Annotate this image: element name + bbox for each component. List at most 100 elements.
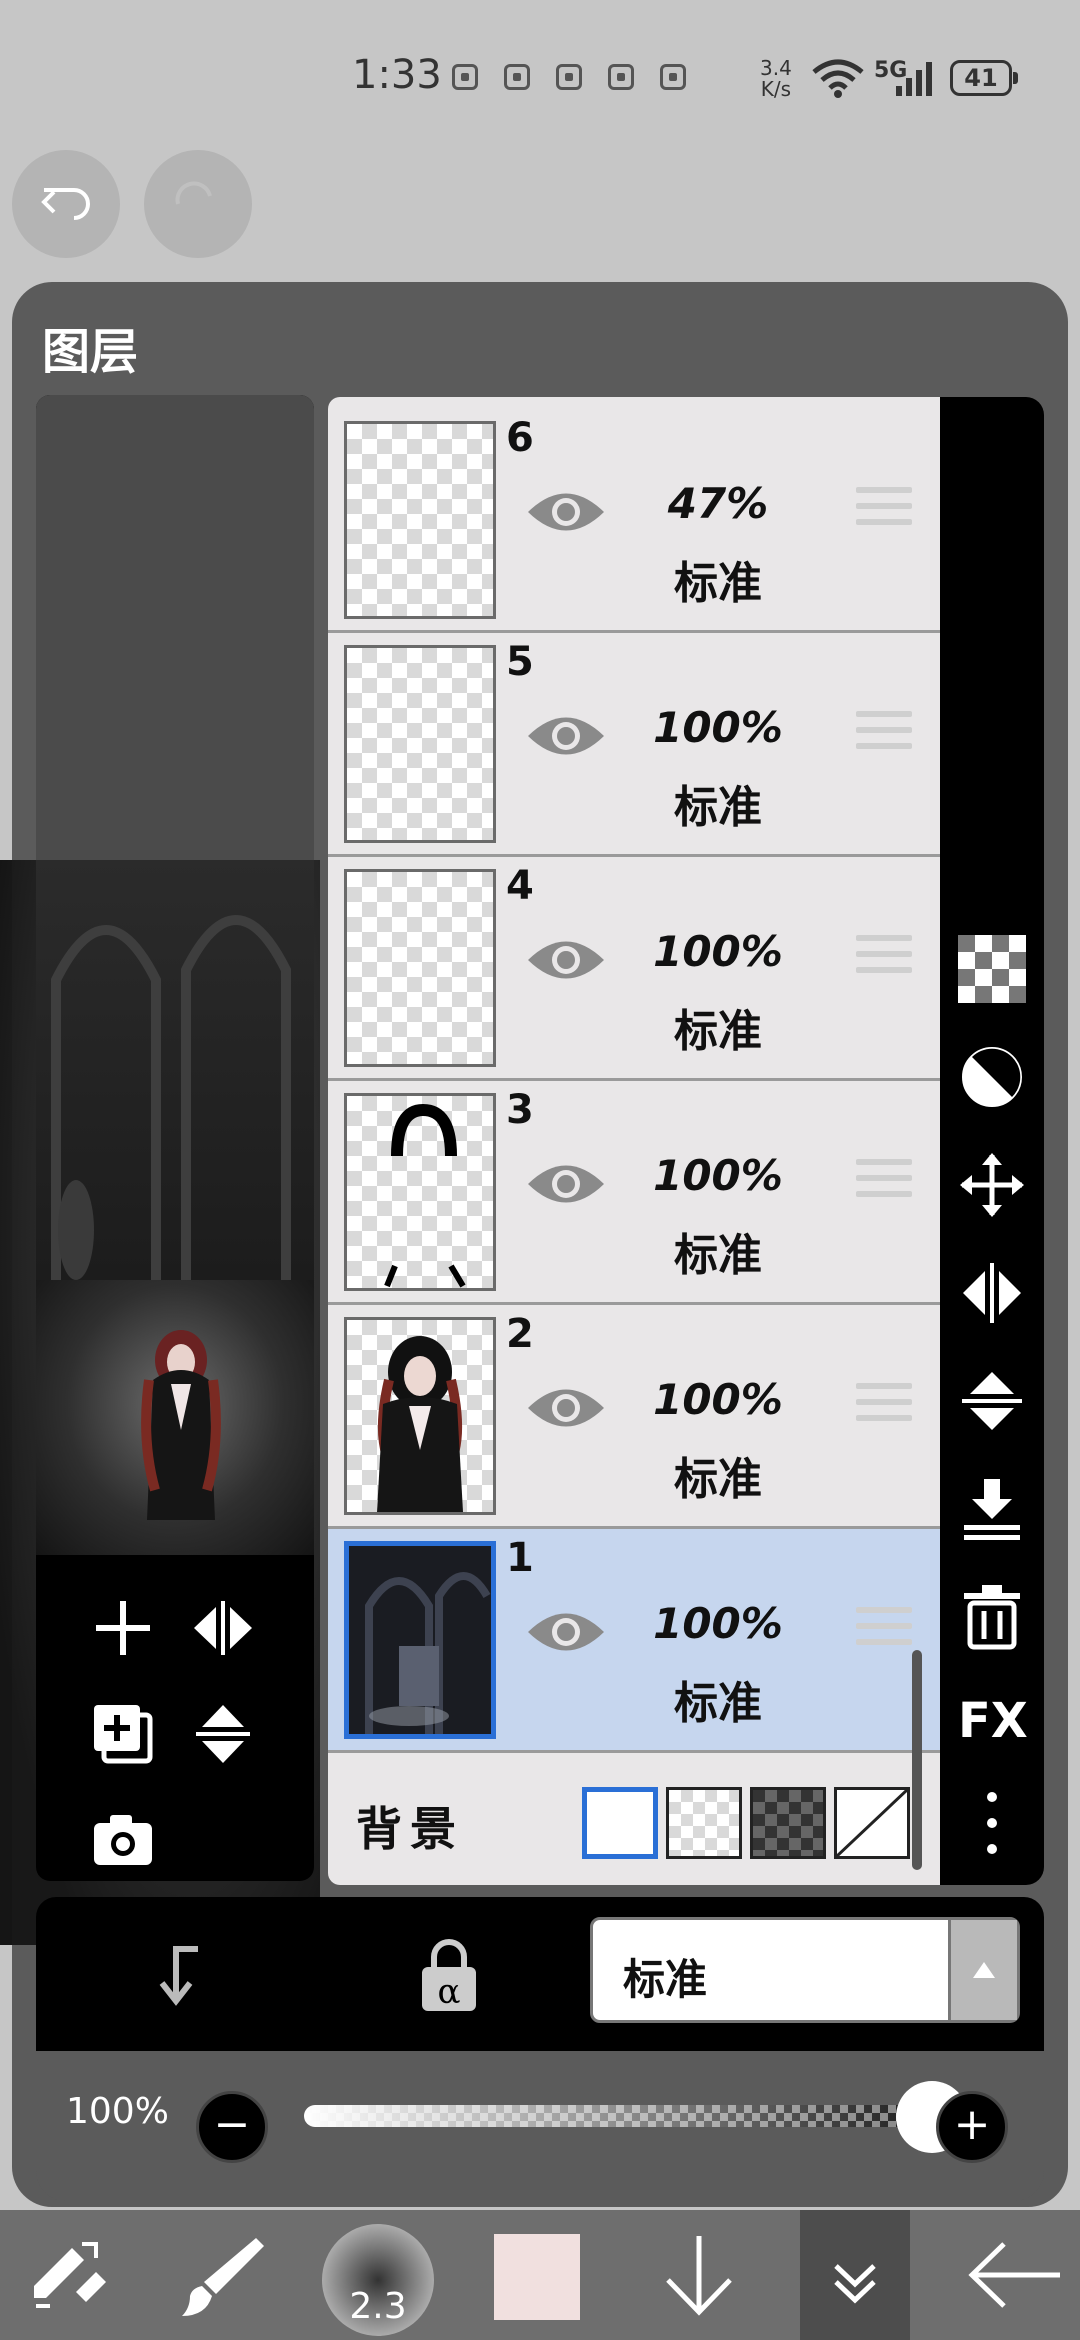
- layers-tab[interactable]: [800, 2210, 910, 2340]
- visibility-eye-icon[interactable]: [524, 1381, 608, 1435]
- clipping-icon[interactable]: [146, 1939, 216, 2009]
- background-white-swatch[interactable]: [582, 1787, 658, 1859]
- layer-number: 4: [506, 863, 534, 909]
- preview-figure: [141, 1330, 221, 1520]
- visibility-eye-icon[interactable]: [524, 933, 608, 987]
- merge-down-icon[interactable]: [958, 1475, 1026, 1543]
- background-dark-swatch[interactable]: [750, 1787, 826, 1859]
- layer-number: 3: [506, 1087, 534, 1133]
- notification-icon: [452, 64, 478, 90]
- layer-row[interactable]: 4 100% 标准: [328, 857, 940, 1081]
- layer-blend-mode: 标准: [674, 782, 762, 833]
- back-arrow-icon[interactable]: [964, 2230, 1064, 2320]
- background-transparent-swatch[interactable]: [666, 1787, 742, 1859]
- alpha-mask-icon[interactable]: [958, 1043, 1026, 1111]
- flip-vertical-icon[interactable]: [188, 1699, 258, 1769]
- layer-thumb-art: [349, 1546, 491, 1734]
- network-speed-unit: K/s: [760, 77, 792, 101]
- drag-handle-icon[interactable]: [856, 1383, 912, 1431]
- blend-mode-dropdown-arrow[interactable]: [948, 1920, 1017, 2020]
- none-slash-icon: [835, 1788, 909, 1858]
- signal-icon: [896, 62, 932, 96]
- fx-button[interactable]: FX: [958, 1693, 1028, 1749]
- layer-row[interactable]: 2 100% 标准: [328, 1305, 940, 1529]
- visibility-eye-icon[interactable]: [524, 1157, 608, 1211]
- visibility-eye-icon[interactable]: [524, 485, 608, 539]
- layer-thumb-art: [377, 1336, 463, 1512]
- layer-number: 1: [506, 1535, 534, 1581]
- layer-list-scrollbar[interactable]: [912, 1650, 922, 1870]
- visibility-eye-icon[interactable]: [524, 1605, 608, 1659]
- status-bar: 1:33 3.4 K/s 5G 41: [0, 0, 1080, 150]
- drag-handle-icon[interactable]: [856, 935, 912, 983]
- layer-opacity: 100%: [653, 927, 783, 976]
- blend-mode-value: 标准: [623, 1955, 708, 2004]
- opacity-slider-track[interactable]: [304, 2105, 914, 2127]
- layer-blend-mode: 标准: [674, 1230, 762, 1281]
- color-picker-button[interactable]: [494, 2234, 580, 2320]
- flip-horizontal-icon[interactable]: [958, 1259, 1026, 1327]
- network-speed: 3.4 K/s: [760, 58, 792, 100]
- drag-handle-icon[interactable]: [856, 487, 912, 535]
- blend-mode-select[interactable]: 标准: [590, 1917, 1020, 2023]
- drag-handle-icon[interactable]: [856, 711, 912, 759]
- chevron-up-icon: [973, 1962, 995, 1978]
- bottom-toolbar: 2.3: [0, 2210, 1080, 2340]
- opacity-decrease-button[interactable]: −: [196, 2091, 268, 2163]
- opacity-increase-button[interactable]: +: [936, 2091, 1008, 2163]
- layer-number: 2: [506, 1311, 534, 1357]
- opacity-bar: 100% − +: [36, 2051, 1044, 2201]
- brush-icon[interactable]: [176, 2230, 266, 2320]
- background-none-swatch[interactable]: [834, 1787, 910, 1859]
- canvas-preview: [36, 395, 314, 1881]
- layer-number: 6: [506, 415, 534, 461]
- layer-row[interactable]: 1 100% 标准: [328, 1529, 940, 1753]
- blend-mode-bar: α 标准: [36, 1897, 1044, 2051]
- undo-button[interactable]: [12, 150, 120, 258]
- layer-thumbnail[interactable]: [344, 1541, 496, 1739]
- delete-icon[interactable]: [958, 1583, 1026, 1651]
- layer-thumbnail[interactable]: [344, 1317, 496, 1515]
- duplicate-layer-icon[interactable]: [88, 1699, 158, 1769]
- layer-opacity: 47%: [667, 479, 769, 528]
- background-row: 背景: [328, 1757, 940, 1885]
- layer-number: 5: [506, 639, 534, 685]
- camera-icon[interactable]: [88, 1805, 158, 1875]
- arrow-down-icon[interactable]: [654, 2230, 744, 2320]
- layer-row[interactable]: 5 100% 标准: [328, 633, 940, 857]
- layer-thumbnail[interactable]: [344, 1093, 496, 1291]
- network-speed-value: 3.4: [760, 56, 792, 80]
- redo-button[interactable]: [144, 150, 252, 258]
- checkerboard-icon[interactable]: [958, 935, 1026, 1003]
- notification-icon: [556, 64, 582, 90]
- alpha-lock-icon[interactable]: α: [414, 1935, 484, 2015]
- layer-blend-mode: 标准: [674, 558, 762, 609]
- visibility-eye-icon[interactable]: [524, 709, 608, 763]
- drag-handle-icon[interactable]: [856, 1607, 912, 1655]
- layer-thumbnail[interactable]: [344, 421, 496, 619]
- layer-thumbnail[interactable]: [344, 869, 496, 1067]
- layer-opacity: 100%: [653, 1599, 783, 1648]
- brush-size-button[interactable]: 2.3: [322, 2224, 434, 2336]
- add-layer-icon[interactable]: [88, 1593, 158, 1663]
- layer-opacity: 100%: [653, 1151, 783, 1200]
- opacity-value: 100%: [66, 2091, 169, 2132]
- notification-icon: [608, 64, 634, 90]
- drag-handle-icon[interactable]: [856, 1159, 912, 1207]
- flip-vertical-icon[interactable]: [958, 1367, 1026, 1435]
- move-icon[interactable]: [958, 1151, 1026, 1219]
- redo-icon: [175, 181, 212, 205]
- layer-thumbnail[interactable]: [344, 645, 496, 843]
- preview-thumbnail: [36, 1280, 314, 1555]
- undo-icon: [41, 188, 90, 220]
- notification-icon: [660, 64, 686, 90]
- status-time: 1:33: [352, 52, 442, 98]
- more-options-icon[interactable]: [958, 1789, 1026, 1857]
- flip-horizontal-icon[interactable]: [188, 1593, 258, 1663]
- layer-thumb-art: [384, 1103, 466, 1288]
- notification-icon: [504, 64, 530, 90]
- layer-row[interactable]: 3 100% 标准: [328, 1081, 940, 1305]
- right-toolbar: FX: [940, 397, 1044, 1885]
- tool-switch-icon[interactable]: [22, 2230, 112, 2320]
- layer-row[interactable]: 6 47% 标准: [328, 409, 940, 633]
